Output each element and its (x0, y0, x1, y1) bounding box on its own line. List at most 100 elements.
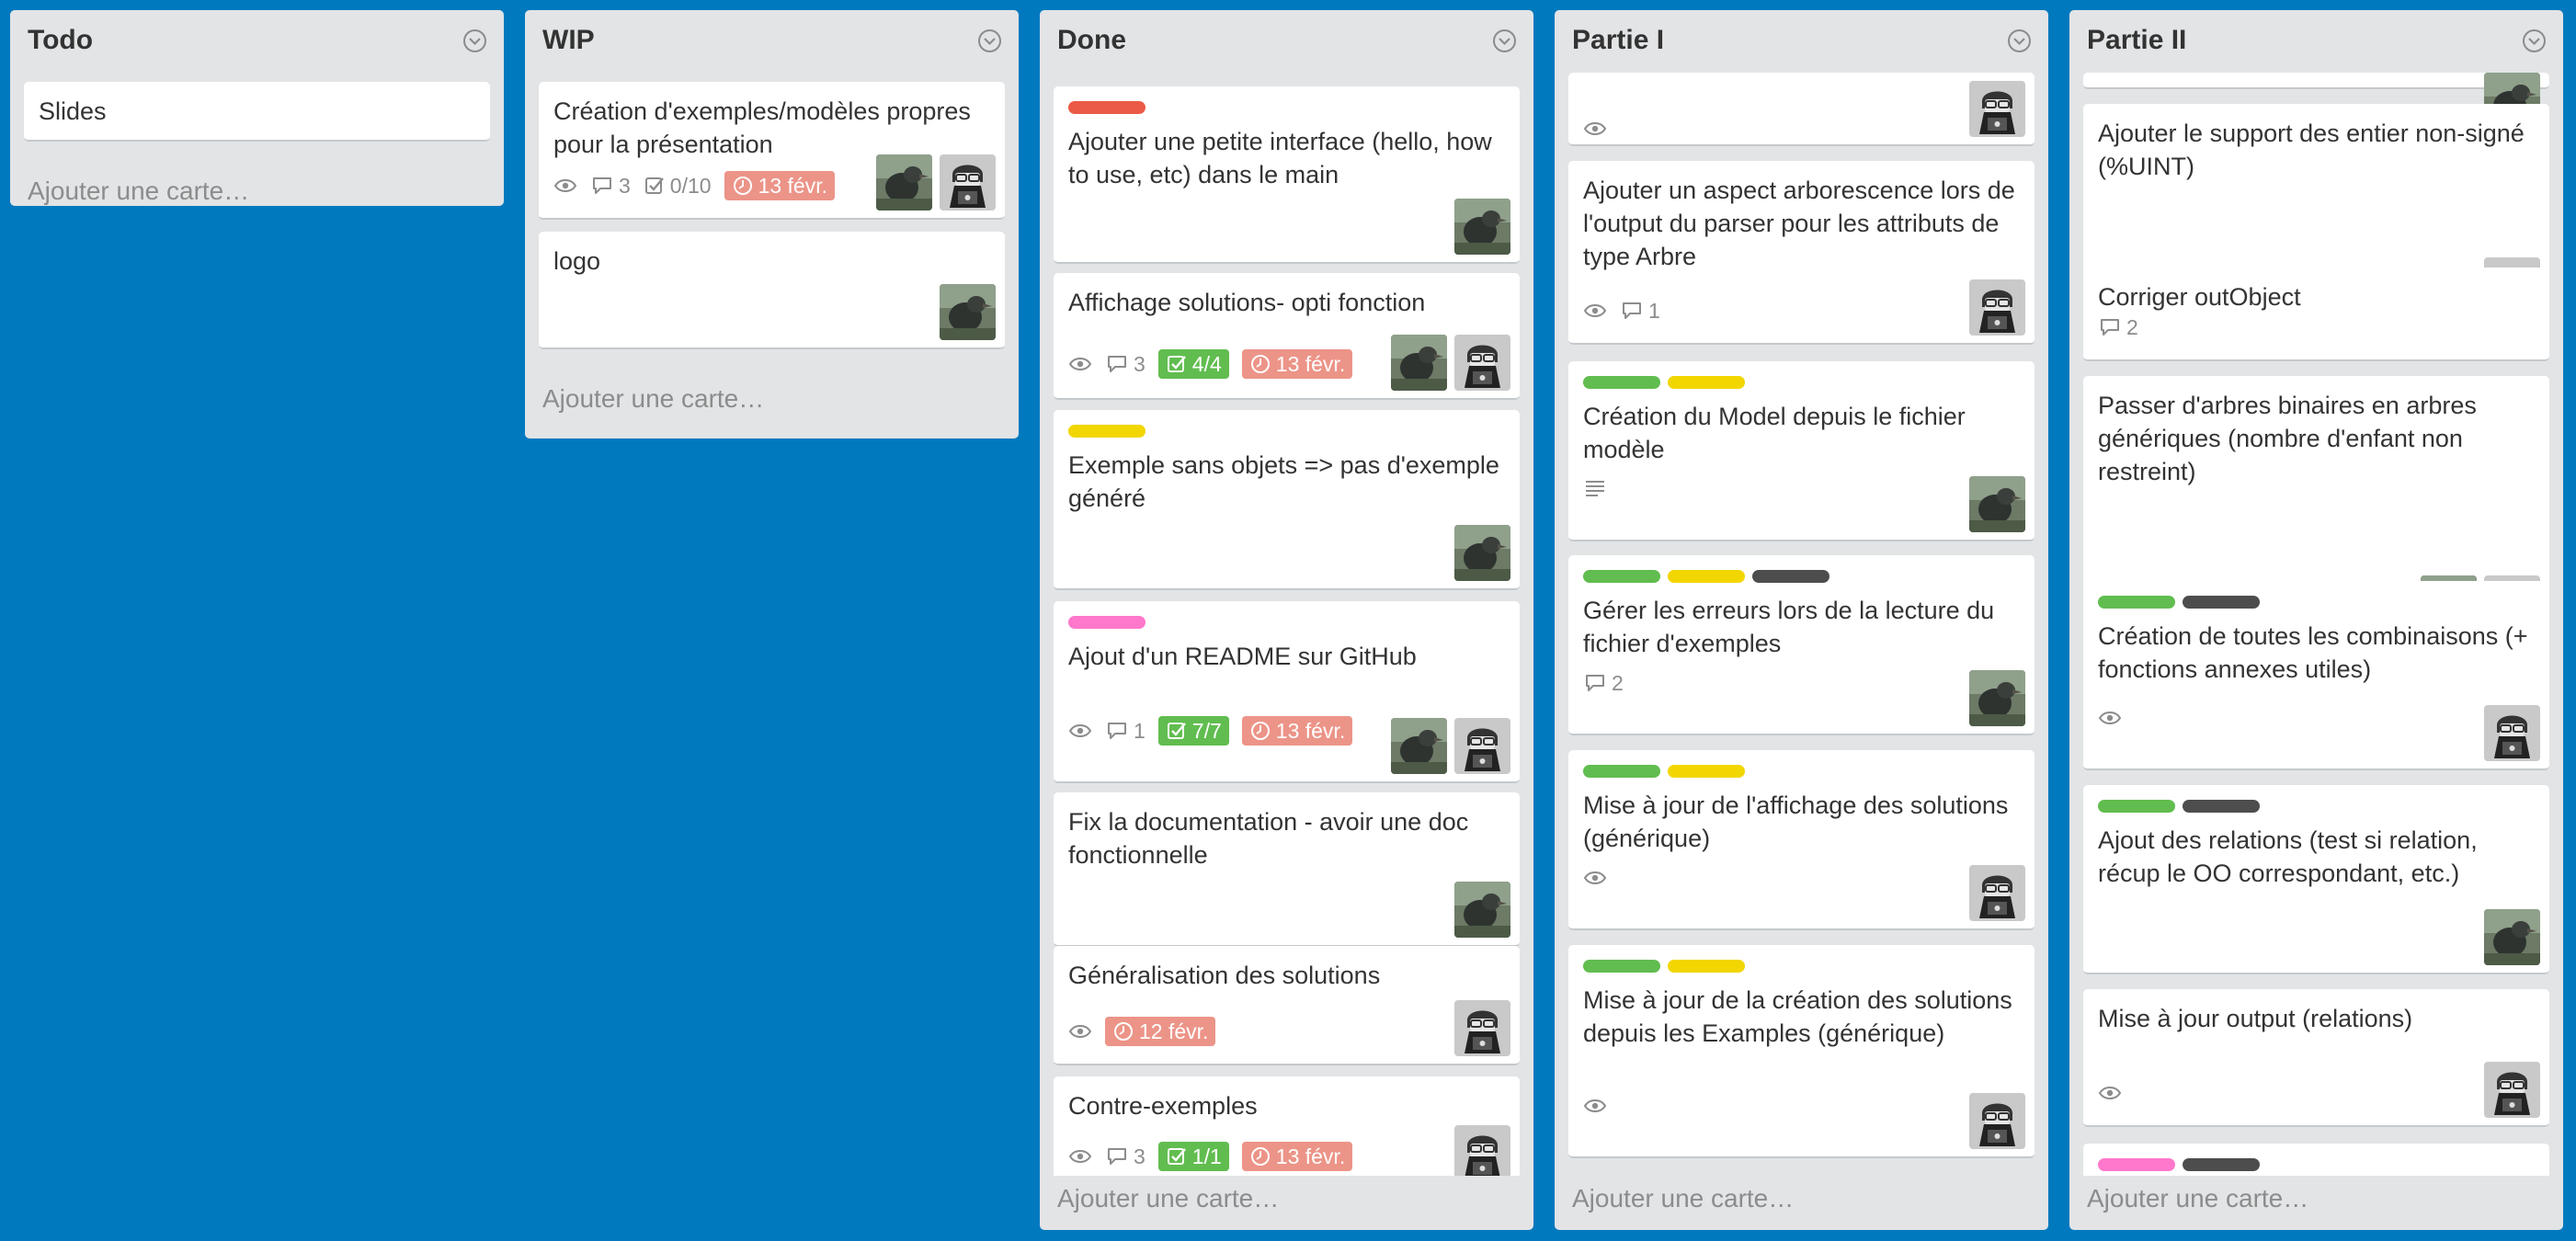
bird-avatar[interactable] (940, 284, 996, 340)
bird-avatar[interactable] (1391, 335, 1447, 391)
card-title: Mise à jour output (relations) (2098, 1005, 2413, 1032)
card[interactable]: Mise à jour de l'affichage des solutions… (1568, 750, 2035, 930)
list-title[interactable]: WIP (542, 25, 595, 56)
laptop-user-avatar[interactable] (940, 154, 996, 211)
card-title: Fix la documentation - avoir une doc fon… (1068, 808, 1469, 869)
bird-avatar[interactable] (876, 154, 932, 211)
eye-icon (1583, 120, 1607, 138)
watch-badge (1583, 862, 1607, 894)
comment-icon (1105, 720, 1134, 742)
badge-text: 13 févr. (758, 173, 827, 198)
laptop-user-avatar[interactable] (1454, 1125, 1510, 1176)
bird-avatar[interactable] (1454, 199, 1510, 255)
list-header: Partie I (1555, 10, 2048, 73)
card-title: Mise à jour de la création des solutions… (1583, 986, 2012, 1047)
watch-badge (1583, 295, 1607, 326)
card[interactable]: Création du Model depuis le fichier modè… (1568, 361, 2035, 541)
card[interactable]: logo (539, 232, 1005, 349)
card[interactable]: Corriger outObject 2 (2083, 268, 2549, 361)
label-black (2183, 1158, 2260, 1171)
card-members (2477, 705, 2540, 761)
laptop-user-avatar[interactable] (1969, 81, 2025, 137)
list-title[interactable]: Partie II (2087, 25, 2186, 56)
bird-avatar[interactable] (1454, 525, 1510, 581)
card[interactable]: Généralisation des solutions 12 févr. (1054, 946, 1520, 1065)
label-green (1583, 570, 1660, 583)
list-title[interactable]: Partie I (1572, 25, 1664, 56)
list-title[interactable]: Todo (28, 25, 93, 56)
bird-avatar[interactable] (1969, 670, 2025, 726)
card[interactable]: Ajouter un aspect arborescence lors de l… (1568, 161, 2035, 345)
bird-avatar[interactable] (1454, 882, 1510, 938)
add-card-button[interactable]: Ajouter une carte… (542, 384, 764, 414)
comments-badge: 1 (1105, 715, 1146, 746)
card[interactable]: Création d'exemples/modèles propres pour… (539, 82, 1005, 220)
card[interactable]: Slides (24, 82, 490, 142)
card[interactable] (2083, 73, 2549, 129)
card-title: Création de toutes les combinaisons (+ f… (2098, 622, 2528, 683)
eye-icon (553, 176, 577, 195)
comments-badge: 3 (1105, 1141, 1146, 1172)
chevron-down-icon[interactable] (2522, 28, 2547, 53)
card[interactable]: Gérer les erreurs lors de la lecture du … (1568, 555, 2035, 735)
card[interactable]: Mis à jour du diagramme de classe (2083, 1144, 2549, 1176)
laptop-user-avatar[interactable] (2484, 1062, 2540, 1118)
laptop-user-avatar[interactable] (1454, 335, 1510, 391)
laptop-user-avatar[interactable] (2484, 705, 2540, 761)
card[interactable] (1568, 73, 2035, 146)
card[interactable]: Contre-exemples 3 1/1 13 févr. (1054, 1076, 1520, 1176)
add-card-button[interactable]: Ajouter une carte… (28, 176, 249, 206)
watch-badge (1068, 348, 1092, 380)
bird-avatar[interactable] (2484, 909, 2540, 965)
label-yellow (1068, 425, 1146, 438)
watch-badge (1583, 113, 1607, 144)
card-list: Ajouter un aspect arborescence lors de l… (1555, 73, 2048, 1176)
card-title: Ajouter une petite interface (hello, how… (1068, 128, 1492, 188)
card[interactable]: Exemple sans objets => pas d'exemple gén… (1054, 410, 1520, 590)
laptop-user-avatar[interactable] (1969, 865, 2025, 921)
card[interactable]: Affichage solutions- opti fonction 3 4/4 13… (1054, 273, 1520, 400)
card[interactable]: Ajout des relations (test si relation, r… (2083, 785, 2549, 974)
card-title: Ajout d'un README sur GitHub (1068, 643, 1417, 670)
due-date-badge: 13 févr. (1241, 349, 1353, 379)
list-header: Partie II (2069, 10, 2563, 73)
watch-badge (2098, 702, 2122, 734)
laptop-user-avatar[interactable] (1969, 1093, 2025, 1149)
card-members (1447, 199, 1510, 255)
card[interactable]: Création de toutes les combinaisons (+ f… (2083, 581, 2549, 770)
due-date-badge: 13 févr. (1241, 716, 1353, 746)
checklist-complete-badge: 1/1 (1157, 1142, 1229, 1171)
chevron-down-icon[interactable] (462, 28, 487, 53)
comments-badge: 2 (2098, 312, 2138, 343)
laptop-user-avatar[interactable] (1454, 718, 1510, 774)
laptop-user-avatar[interactable] (1454, 1000, 1510, 1056)
bird-avatar[interactable] (1391, 718, 1447, 774)
add-card-button[interactable]: Ajouter une carte… (1057, 1184, 1279, 1213)
chevron-down-icon[interactable] (977, 28, 1002, 53)
due-date-badge: 13 févr. (724, 171, 835, 200)
card-members (1962, 81, 2025, 137)
card[interactable]: Ajouter une petite interface (hello, how… (1054, 86, 1520, 264)
card-title: Corriger outObject (2098, 283, 2301, 311)
chevron-down-icon[interactable] (1492, 28, 1517, 53)
card-badges: 3 0/10 13 févr. (553, 170, 848, 201)
due-date-badge: 12 févr. (1105, 1017, 1216, 1046)
list-title[interactable]: Done (1057, 25, 1126, 56)
clock-icon (1249, 353, 1276, 375)
bird-avatar[interactable] (1969, 476, 2025, 532)
chevron-down-icon[interactable] (2007, 28, 2032, 53)
add-card-button[interactable]: Ajouter une carte… (2087, 1184, 2308, 1213)
card[interactable]: Mise à jour output (relations) (2083, 989, 2549, 1127)
list-partie-ii: Partie II Ajouter le support des entier n… (2069, 10, 2563, 1230)
laptop-user-avatar[interactable] (1969, 279, 2025, 336)
card[interactable]: Ajout d'un README sur GitHub 1 7/7 13 févr. (1054, 601, 1520, 783)
card[interactable]: Fix la documentation - avoir une doc fon… (1054, 792, 1520, 947)
badge-text: 3 (619, 173, 631, 198)
add-card-button[interactable]: Ajouter une carte… (1572, 1184, 1794, 1213)
label-yellow (1668, 376, 1745, 389)
card[interactable]: Mise à jour de la création des solutions… (1568, 945, 2035, 1158)
checkbox-icon (644, 175, 670, 197)
card-badges: 1 7/7 13 févr. (1068, 715, 1365, 746)
badge-text: 12 févr. (1139, 1019, 1209, 1043)
list-partie-i: Partie I Ajouter un aspect arborescence l… (1555, 10, 2048, 1230)
